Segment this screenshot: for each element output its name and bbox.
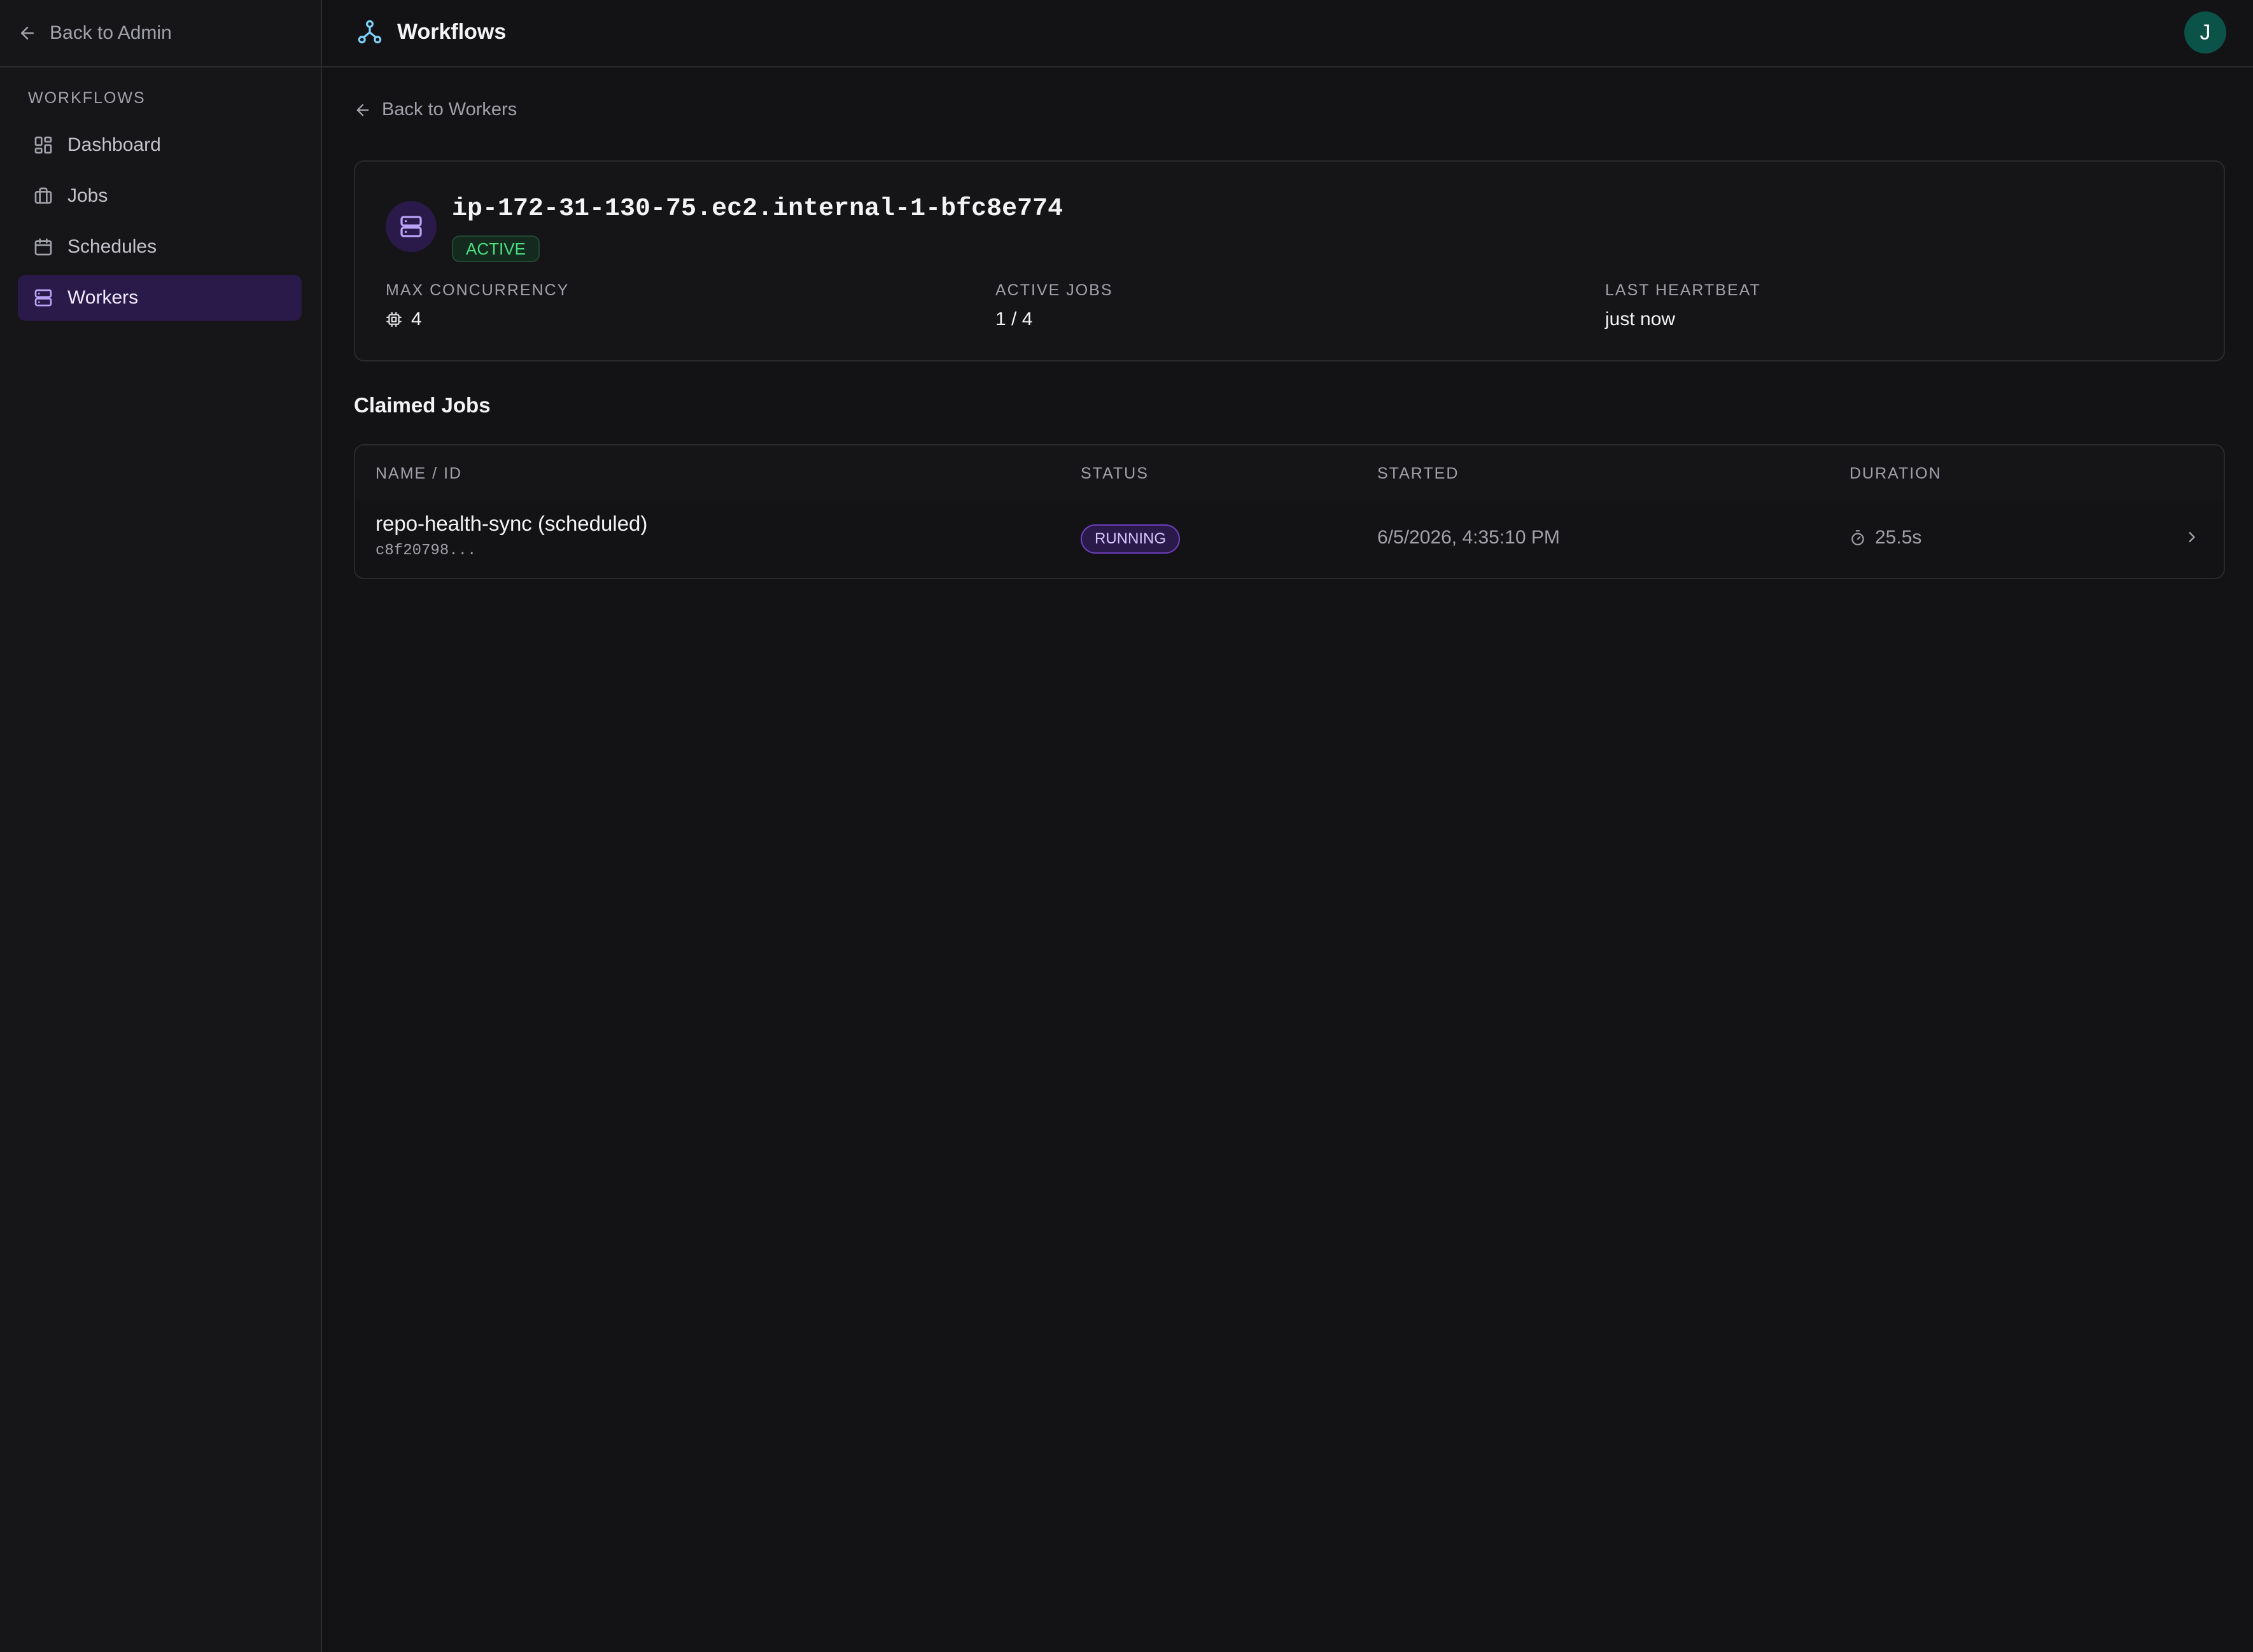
back-to-workers-label: Back to Workers <box>382 99 517 120</box>
page-title: Workflows <box>397 19 507 44</box>
stat-last-heartbeat: LAST HEARTBEAT just now <box>1605 281 1761 330</box>
back-to-admin-link[interactable]: Back to Admin <box>0 0 321 67</box>
server-icon <box>400 216 422 237</box>
sidebar-item-dashboard[interactable]: Dashboard <box>18 122 302 168</box>
back-to-workers-link[interactable]: Back to Workers <box>354 99 517 120</box>
column-header-duration: DURATION <box>1849 465 1942 482</box>
arrow-left-icon <box>356 104 369 116</box>
app-root: Back to Admin WORKFLOWS Dashboard Jobs S… <box>0 0 2253 1652</box>
sidebar-item-schedules[interactable]: Schedules <box>18 224 302 270</box>
briefcase-icon <box>34 187 52 204</box>
stat-label: ACTIVE JOBS <box>995 281 1113 299</box>
server-icon <box>34 289 52 307</box>
job-id: c8f20798... <box>376 542 477 559</box>
arrow-left-icon <box>21 27 34 39</box>
cpu-icon <box>386 312 402 327</box>
stat-max-concurrency: MAX CONCURRENCY 4 <box>386 281 569 330</box>
stat-label: LAST HEARTBEAT <box>1605 281 1761 299</box>
claimed-jobs-table: NAME / ID STATUS STARTED DURATION repo-h… <box>354 444 2225 579</box>
stat-value: 4 <box>386 309 569 330</box>
stat-active-jobs: ACTIVE JOBS 1 / 4 <box>995 281 1113 330</box>
stat-label: MAX CONCURRENCY <box>386 281 570 299</box>
sidebar-section-label: WORKFLOWS <box>28 89 146 107</box>
workflow-icon <box>358 20 382 44</box>
chevron-right-icon <box>2189 531 2195 543</box>
column-header-started: STARTED <box>1377 465 1459 482</box>
job-name: repo-health-sync (scheduled) <box>376 512 648 535</box>
started-cell: 6/5/2026, 4:35:10 PM <box>1377 527 1560 548</box>
worker-name: ip-172-31-130-75.ec2.internal-1-bfc8e774 <box>452 195 1063 223</box>
claimed-jobs-heading: Claimed Jobs <box>354 393 491 417</box>
duration-value: 25.5s <box>1875 527 1922 548</box>
max-concurrency-value: 4 <box>411 309 422 330</box>
sidebar-item-workers[interactable]: Workers <box>18 275 302 321</box>
sidebar-item-label: Jobs <box>67 185 108 206</box>
worker-avatar <box>386 201 437 252</box>
sidebar-nav: Dashboard Jobs Schedules Workers <box>18 122 302 326</box>
sidebar-item-label: Workers <box>67 287 139 308</box>
timer-icon <box>1851 530 1864 545</box>
top-bar: Workflows J <box>322 0 2253 67</box>
column-header-status: STATUS <box>1081 465 1149 482</box>
stat-value: just now <box>1605 309 1676 330</box>
sidebar: Back to Admin WORKFLOWS Dashboard Jobs S… <box>0 0 322 1652</box>
dashboard-icon <box>34 136 52 154</box>
avatar[interactable]: J <box>2184 11 2226 53</box>
table-row[interactable]: repo-health-sync (scheduled) c8f20798...… <box>355 499 2224 578</box>
calendar-icon <box>34 238 52 256</box>
status-badge: ACTIVE <box>452 235 540 262</box>
duration-cell: 25.5s <box>1849 527 1921 549</box>
sidebar-item-label: Schedules <box>67 236 157 257</box>
back-to-admin-label: Back to Admin <box>50 22 172 43</box>
stat-value: 1 / 4 <box>995 309 1033 330</box>
status-badge: RUNNING <box>1081 524 1180 554</box>
worker-card: ip-172-31-130-75.ec2.internal-1-bfc8e774… <box>354 160 2225 361</box>
sidebar-item-label: Dashboard <box>67 134 161 155</box>
sidebar-item-jobs[interactable]: Jobs <box>18 173 302 219</box>
app-brand: Workflows <box>356 18 506 46</box>
column-header-name: NAME / ID <box>376 465 463 482</box>
